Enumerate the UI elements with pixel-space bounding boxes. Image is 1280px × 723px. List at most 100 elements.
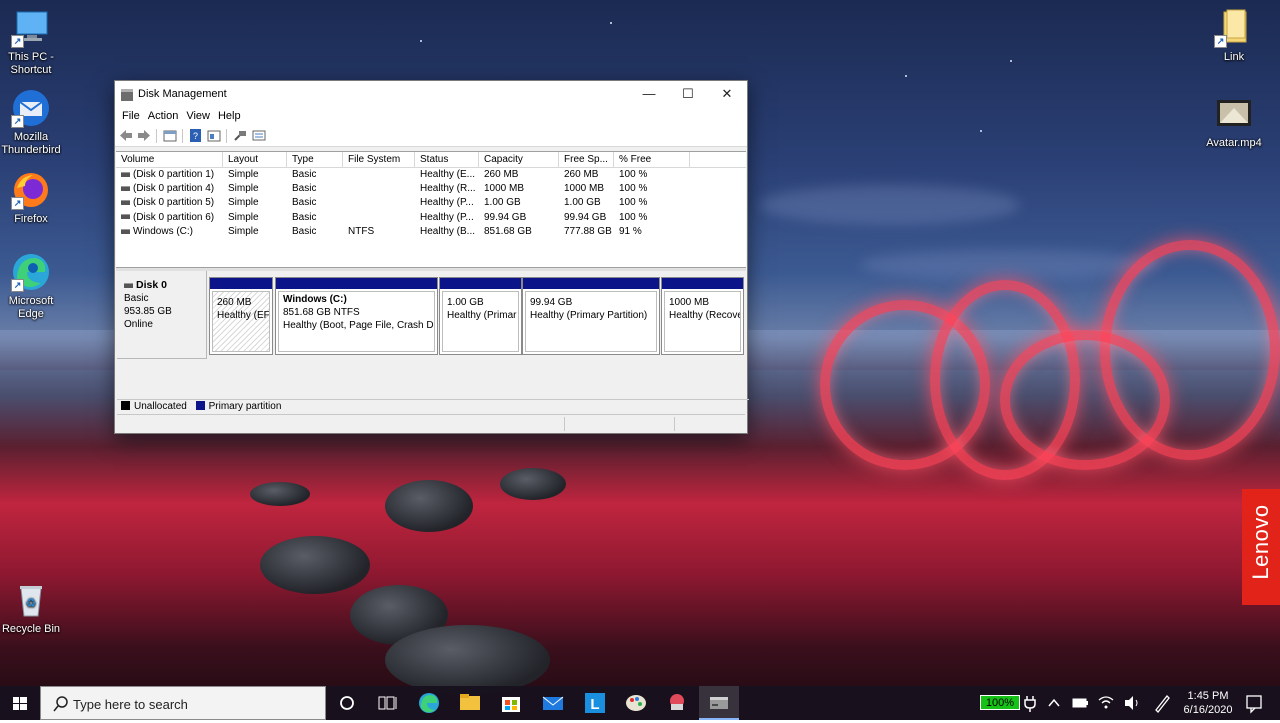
svg-text:♻: ♻ bbox=[26, 596, 37, 610]
legend-label-unallocated: Unallocated bbox=[134, 401, 187, 412]
volume-cell-text: Simple bbox=[228, 197, 259, 209]
taskbar-mail[interactable] bbox=[533, 686, 573, 720]
clock-time: 1:45 PM bbox=[1187, 690, 1229, 702]
desktop-icon-firefox[interactable]: ↗ Firefox bbox=[0, 170, 66, 226]
search-box[interactable]: Type here to search bbox=[40, 686, 326, 720]
clock-date: 6/16/2020 bbox=[1183, 704, 1233, 716]
back-arrow-icon[interactable] bbox=[119, 129, 133, 142]
volume-cell-layout: Simple bbox=[223, 225, 259, 239]
volume-cell-text: Basic bbox=[292, 169, 317, 180]
video-file-icon bbox=[1214, 94, 1254, 134]
partition-windows-c[interactable]: Windows (C:) 851.68 GB NTFS Healthy (Boo… bbox=[275, 277, 438, 355]
start-button[interactable] bbox=[0, 686, 40, 720]
snipping-tool-icon bbox=[670, 694, 684, 710]
legend: Unallocated Primary partition bbox=[117, 399, 749, 414]
connect-disk-icon[interactable] bbox=[233, 129, 247, 142]
battery-icon[interactable] bbox=[1068, 686, 1092, 720]
volume-cell-text: Simple bbox=[228, 183, 259, 195]
volume-row[interactable]: (Disk 0 partition 5) Simple Basic Healthy (… bbox=[116, 196, 746, 210]
volume-cell-status: Healthy (P... bbox=[415, 196, 474, 210]
battery-percentage[interactable]: 100% bbox=[980, 695, 1020, 710]
search-icon bbox=[53, 696, 68, 712]
partition-body: Windows (C:) 851.68 GB NTFS Healthy (Boo… bbox=[278, 291, 435, 352]
volume-cell-text: 91 % bbox=[619, 225, 642, 237]
help-icon[interactable]: ? bbox=[189, 129, 203, 142]
partition-6[interactable]: 99.94 GB Healthy (Primary Partition) bbox=[522, 277, 660, 355]
column-header-file-system[interactable]: File System bbox=[343, 152, 415, 167]
taskbar-snipping-tool[interactable] bbox=[657, 686, 697, 720]
volume-icon bbox=[121, 228, 130, 234]
desktop-icon-edge[interactable]: ↗ Microsoft Edge bbox=[0, 252, 66, 321]
cortana-button[interactable] bbox=[327, 686, 367, 720]
volume-cell-text: (Disk 0 partition 5) bbox=[133, 197, 215, 209]
volume-row[interactable]: Windows (C:) Simple Basic NTFS Healthy (B...… bbox=[116, 225, 746, 239]
folder-icon bbox=[460, 694, 480, 710]
column-header-volume[interactable]: Volume bbox=[116, 152, 223, 167]
taskbar-paint[interactable] bbox=[616, 686, 656, 720]
desktop-icon-label: Firefox bbox=[14, 213, 48, 225]
volume-row[interactable]: (Disk 0 partition 4) Simple Basic Healthy (… bbox=[116, 182, 746, 196]
taskbar-disk-management[interactable] bbox=[699, 686, 739, 720]
notification-center-button[interactable] bbox=[1240, 686, 1268, 720]
volume-cell-text: Healthy (P... bbox=[420, 211, 474, 223]
volume-cell-text: 260 MB bbox=[484, 169, 519, 180]
column-header-layout[interactable]: Layout bbox=[223, 152, 287, 167]
disk-list-icon[interactable] bbox=[252, 129, 266, 142]
partition-body: 1000 MB Healthy (Recove bbox=[664, 291, 741, 352]
volume-row[interactable]: (Disk 0 partition 6) Simple Basic Healthy (… bbox=[116, 211, 746, 225]
partition-efi[interactable]: 260 MB Healthy (EFI bbox=[209, 277, 273, 355]
rock bbox=[500, 468, 566, 500]
partition-5[interactable]: 1.00 GB Healthy (Primar bbox=[439, 277, 522, 355]
volume-cell-status: Healthy (E... bbox=[415, 168, 475, 182]
disk-0-label[interactable]: Disk 0 Basic 953.85 GB Online bbox=[117, 271, 207, 359]
taskbar-edge[interactable] bbox=[409, 686, 449, 720]
cortana-circle-icon bbox=[340, 696, 354, 710]
power-plug-icon[interactable] bbox=[1018, 686, 1042, 720]
volume-cell-text: 100 % bbox=[619, 183, 648, 195]
desktop-icon-label: Mozilla Thunderbird bbox=[1, 131, 61, 156]
taskbar-store[interactable] bbox=[491, 686, 531, 720]
task-view-button[interactable] bbox=[367, 686, 407, 720]
volume-cell-text: 1.00 GB bbox=[484, 197, 521, 209]
maximize-button[interactable]: ☐ bbox=[668, 81, 708, 107]
column-header-capacity[interactable]: Capacity bbox=[479, 152, 559, 167]
minimize-button[interactable]: — bbox=[629, 81, 669, 107]
star bbox=[905, 75, 907, 77]
column-header-status[interactable]: Status bbox=[415, 152, 479, 167]
volume-cell-text: 100 % bbox=[619, 197, 648, 209]
volume-icon[interactable] bbox=[1120, 686, 1144, 720]
menu-bar: File Action View Help bbox=[115, 107, 747, 126]
volume-cell-text: Healthy (P... bbox=[420, 197, 474, 209]
console-tree-icon[interactable] bbox=[163, 129, 177, 142]
desktop-icon-recycle-bin[interactable]: ♻ Recycle Bin bbox=[0, 580, 66, 636]
taskbar-file-explorer[interactable] bbox=[450, 686, 490, 720]
menu-file[interactable]: File bbox=[115, 107, 144, 122]
column-header-percent-free[interactable]: % Free bbox=[614, 152, 690, 167]
title-bar[interactable]: Disk Management — ☐ ✕ bbox=[115, 81, 747, 107]
volume-cell-free: 1000 MB bbox=[559, 182, 604, 196]
column-header-free-space[interactable]: Free Sp... bbox=[559, 152, 614, 167]
wifi-icon[interactable] bbox=[1094, 686, 1118, 720]
volume-row[interactable]: (Disk 0 partition 1) Simple Basic Healthy (… bbox=[116, 168, 746, 182]
clock[interactable]: 1:45 PM 6/16/2020 bbox=[1180, 689, 1236, 717]
volume-cell-free: 99.94 GB bbox=[559, 211, 606, 225]
close-button[interactable]: ✕ bbox=[707, 81, 747, 107]
properties-icon[interactable] bbox=[207, 129, 221, 142]
forward-arrow-icon[interactable] bbox=[137, 129, 151, 142]
desktop-icon-thunderbird[interactable]: ↗ Mozilla Thunderbird bbox=[0, 88, 66, 157]
partition-size: 1.00 GB bbox=[447, 297, 484, 308]
shortcut-arrow-icon: ↗ bbox=[11, 35, 24, 48]
chevron-up-icon[interactable] bbox=[1042, 686, 1066, 720]
menu-action[interactable]: Action bbox=[144, 107, 183, 122]
partition-bar bbox=[523, 278, 659, 289]
desktop-icon-link[interactable]: ↗ Link bbox=[1199, 8, 1269, 64]
menu-view[interactable]: View bbox=[182, 107, 214, 122]
volume-cell-volume: (Disk 0 partition 4) bbox=[116, 182, 214, 196]
desktop-icon-this-pc[interactable]: ↗ This PC - Shortcut bbox=[0, 8, 66, 77]
partition-recovery[interactable]: 1000 MB Healthy (Recove bbox=[661, 277, 744, 355]
column-header-type[interactable]: Type bbox=[287, 152, 343, 167]
menu-help[interactable]: Help bbox=[214, 107, 245, 122]
desktop-icon-avatar-mp4[interactable]: Avatar.mp4 bbox=[1199, 94, 1269, 150]
pen-ink-icon[interactable] bbox=[1150, 686, 1174, 720]
taskbar-lenovo-vantage[interactable]: L bbox=[575, 686, 615, 720]
